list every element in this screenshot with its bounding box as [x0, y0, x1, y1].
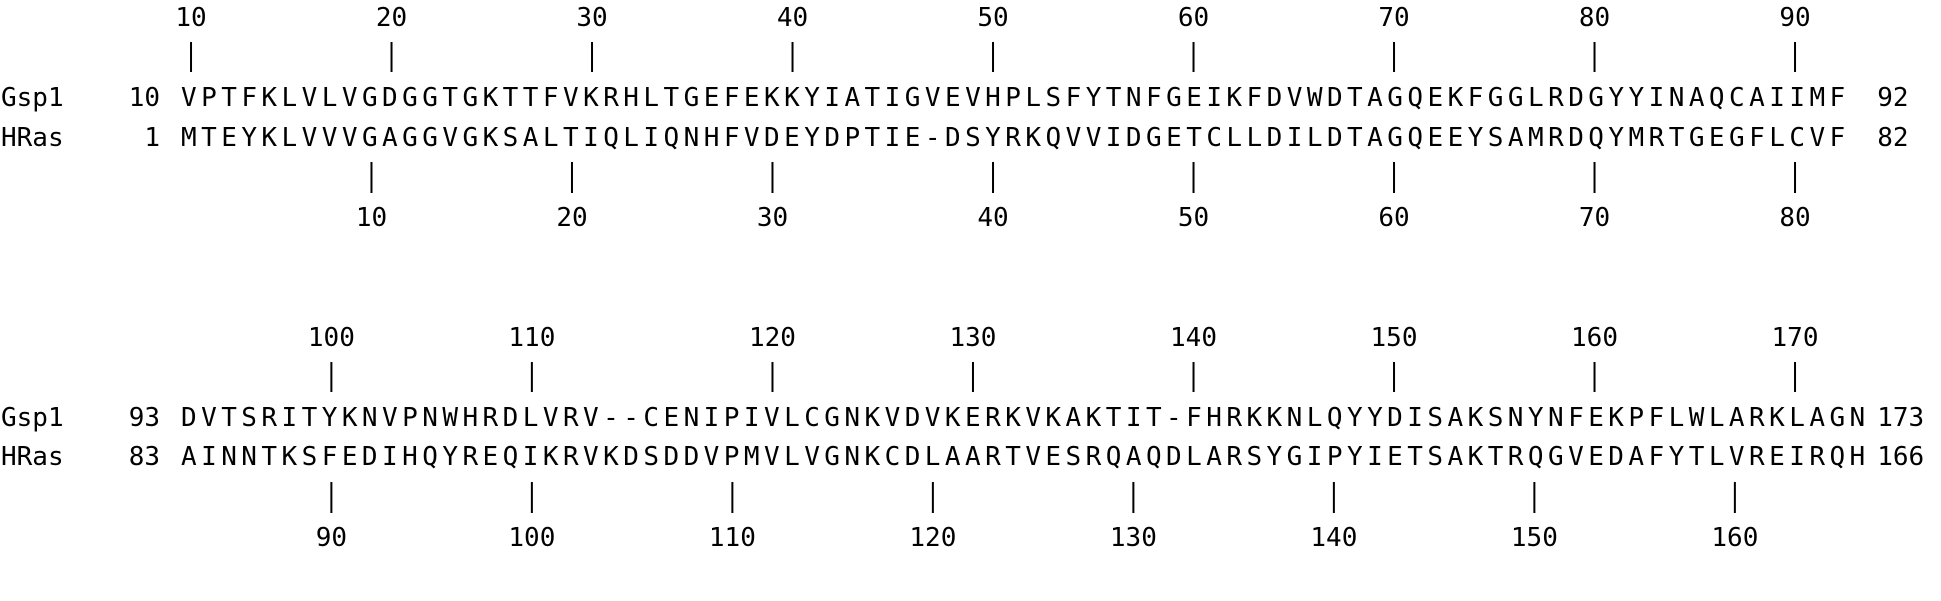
bottom-ruler-position-label: 80	[1779, 203, 1810, 233]
sequence-start-number: 93	[129, 403, 160, 433]
top-ruler-position-label: 50	[977, 3, 1008, 33]
aligned-sequence: VPTFKLVLVGDGGTGKTTFVKRHLTGEFEKKYIATIGVEV…	[181, 83, 1845, 113]
sequence-name-label: Gsp1	[1, 403, 64, 433]
bottom-ruler-position-label: 10	[356, 203, 387, 233]
sequence-end-number: 82	[1877, 123, 1908, 153]
bottom-ruler-position-label: 70	[1579, 203, 1610, 233]
sequence-name-label: Gsp1	[1, 83, 64, 113]
bottom-ruler-position-label: 50	[1178, 203, 1209, 233]
top-ruler-position-label: 160	[1571, 323, 1618, 353]
sequence-name-label: HRas	[1, 123, 64, 153]
sequence-start-number: 10	[129, 83, 160, 113]
bottom-ruler-position-label: 110	[709, 523, 756, 553]
aligned-sequence: DVTSRITYKNVPNWHRDLVRV--CENIPIVLCGNKVDVKE…	[181, 403, 1865, 433]
bottom-ruler-position-label: 40	[977, 203, 1008, 233]
top-ruler-position-label: 110	[508, 323, 555, 353]
sequence-end-number: 173	[1877, 403, 1924, 433]
top-ruler-position-label: 140	[1170, 323, 1217, 353]
top-ruler-position-label: 100	[308, 323, 355, 353]
top-ruler-position-label: 150	[1371, 323, 1418, 353]
sequence-start-number: 83	[129, 442, 160, 472]
sequence-start-number: 1	[144, 123, 160, 153]
top-ruler-position-label: 170	[1772, 323, 1819, 353]
top-ruler-position-label: 40	[777, 3, 808, 33]
top-ruler-position-label: 80	[1579, 3, 1610, 33]
top-ruler-position-label: 70	[1378, 3, 1409, 33]
top-ruler-position-label: 90	[1779, 3, 1810, 33]
sequence-name-label: HRas	[1, 442, 64, 472]
top-ruler-position-label: 30	[576, 3, 607, 33]
sequence-end-number: 92	[1877, 83, 1908, 113]
sequence-end-number: 166	[1877, 442, 1924, 472]
sequence-alignment-figure: 10 20 30 40 50 60 70 80 90 Gsp1 10 VPTFKLVLVGDGGTGK…	[1, 3, 1924, 553]
bottom-ruler-position-label: 60	[1378, 203, 1409, 233]
top-ruler-position-label: 20	[376, 3, 407, 33]
top-ruler-position-label: 120	[749, 323, 796, 353]
bottom-ruler-position-label: 150	[1511, 523, 1558, 553]
bottom-ruler-position-label: 20	[556, 203, 587, 233]
bottom-ruler-position-label: 30	[757, 203, 788, 233]
bottom-ruler-position-label: 90	[316, 523, 347, 553]
bottom-ruler-position-label: 130	[1110, 523, 1157, 553]
bottom-ruler-position-label: 100	[508, 523, 555, 553]
bottom-ruler-position-label: 160	[1711, 523, 1758, 553]
bottom-ruler-position-label: 140	[1310, 523, 1357, 553]
aligned-sequence: MTEYKLVVVGAGGVGKSALTIQLIQNHFVDEYDPTIE-DS…	[181, 123, 1845, 153]
top-ruler-position-label: 10	[175, 3, 206, 33]
aligned-sequence: AINNTKSFEDIHQYREQIKRVKDSDDVPMVLVGNKCDLAA…	[181, 442, 1865, 472]
top-ruler-position-label: 130	[949, 323, 996, 353]
bottom-ruler-position-label: 120	[909, 523, 956, 553]
top-ruler-position-label: 60	[1178, 3, 1209, 33]
